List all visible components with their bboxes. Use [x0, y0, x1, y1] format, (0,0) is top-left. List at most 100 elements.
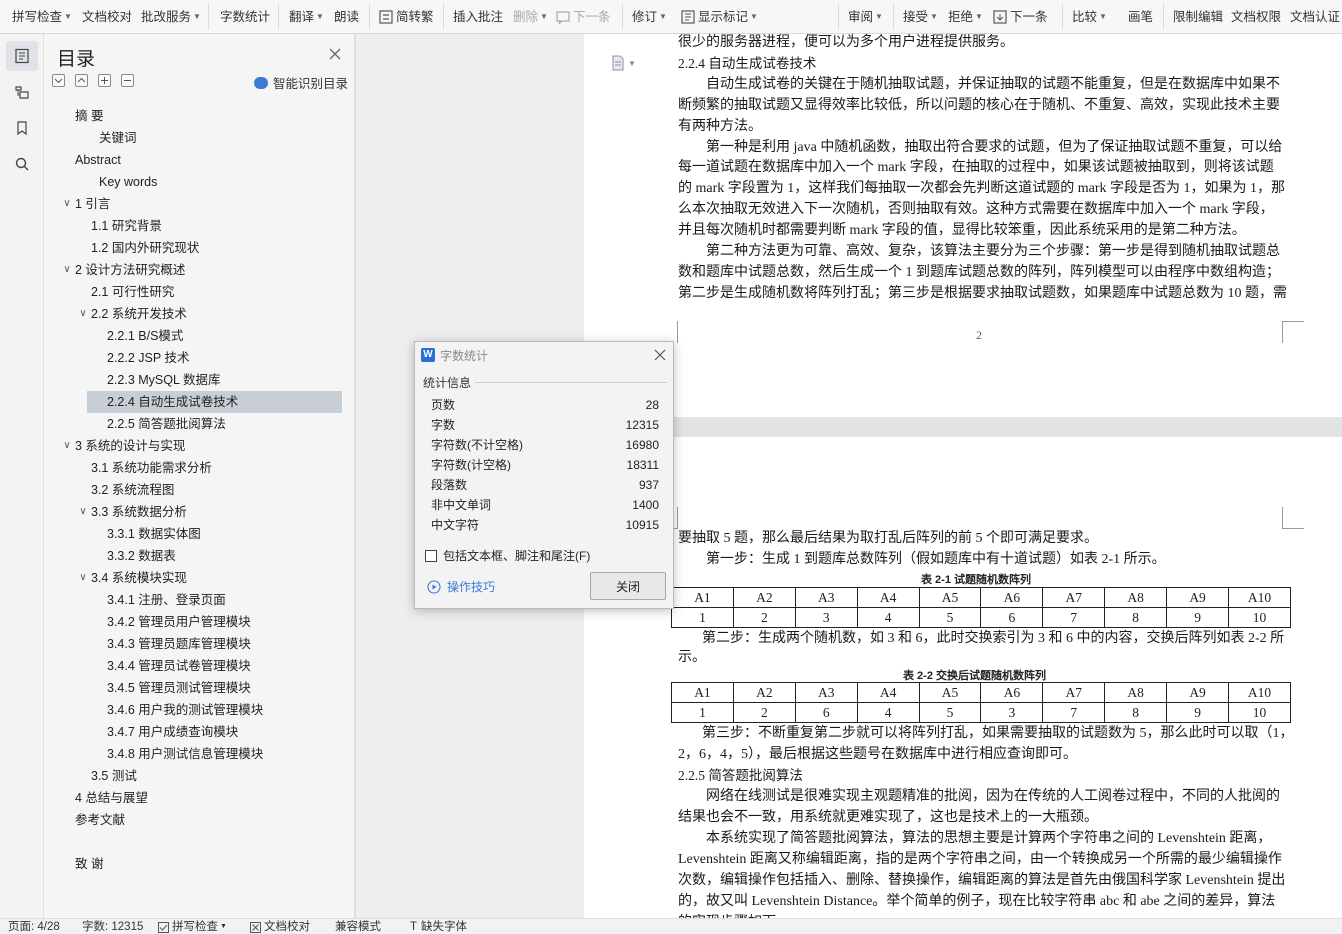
status-bar: 页面: 4/28 字数: 12315 拼写检查 ▼ 文档校对 兼容模式 T 缺失字… — [0, 918, 1342, 934]
group-divider — [475, 382, 667, 383]
doc-permission-button[interactable]: 文档权限 — [1231, 8, 1281, 26]
toc-item-label: Abstract — [75, 153, 121, 167]
translate-button[interactable]: 翻译 ▼ — [289, 8, 324, 26]
dialog-titlebar[interactable]: W 字数统计 — [415, 342, 673, 368]
toc-item-label: 3.4 系统模块实现 — [91, 571, 187, 585]
paragraph-line: 2，6，4，5），最后根据这些题号在数据库中进行相应查询即可。 — [678, 747, 1077, 762]
smart-toc-button[interactable]: 智能识别目录 — [254, 73, 348, 92]
search-nav-button[interactable] — [6, 149, 38, 179]
paragraph-line: 第一步：生成 1 到题库总数阵列（假如题库中有十道试题）如表 2-1 所示。 — [706, 552, 1166, 567]
paragraph-line: 示。 — [678, 650, 706, 665]
expand-all-button[interactable] — [75, 74, 88, 87]
chevron-down-icon[interactable]: ∨ — [62, 435, 72, 457]
toc-item[interactable]: 2.2.4 自动生成试卷技术 — [87, 391, 342, 413]
include-textbox-checkbox[interactable]: 包括文本框、脚注和尾注(F) — [425, 547, 590, 564]
toc-item-label: 3.4.8 用户测试信息管理模块 — [107, 747, 264, 761]
toc-item-label: 4 总结与展望 — [75, 791, 148, 805]
table-cell: 5 — [918, 702, 982, 723]
toc-item-label: 2.2.4 自动生成试卷技术 — [107, 395, 239, 409]
insert-comment-button[interactable]: 插入批注 — [453, 8, 503, 26]
toc-item-label: 2.2 系统开发技术 — [91, 307, 187, 321]
pen-button[interactable]: 画笔 — [1128, 8, 1153, 26]
proof-status-label: 文档校对 — [264, 921, 310, 933]
table-cell: A10 — [1228, 682, 1291, 703]
paragraph-line: Levenshtein 距离又称编辑距离，指的是两个字符串之间，由一个转换成另一… — [678, 852, 1282, 867]
paragraph-line: 有两种方法。 — [678, 118, 762, 134]
table-cell: A8 — [1104, 587, 1168, 608]
stat-value: 28 — [645, 398, 659, 412]
table-cell: A10 — [1228, 587, 1291, 608]
show-markup-button[interactable]: 显示标记 ▼ — [681, 8, 758, 26]
revise-button[interactable]: 修订 ▼ — [632, 8, 667, 26]
chevron-down-icon[interactable]: ∨ — [78, 303, 88, 325]
spell-check-button[interactable]: 拼写检查 ▼ — [12, 8, 72, 26]
tips-link[interactable]: 操作技巧 — [427, 578, 495, 595]
table-cell: A8 — [1104, 682, 1168, 703]
table-cell: A7 — [1042, 587, 1106, 608]
missing-font-status[interactable]: T 缺失字体 — [410, 920, 467, 934]
paragraph-line: 第二步是生成随机数将阵列打乱；第三步是根据要求抽取试题数，如果题库中试题总数为 … — [678, 285, 1287, 301]
remove-heading-button[interactable] — [121, 74, 134, 87]
delete-comment-button[interactable]: 删除 ▼ — [513, 8, 548, 26]
checkbox-box[interactable] — [425, 549, 437, 562]
restrict-edit-button[interactable]: 限制编辑 — [1173, 8, 1223, 26]
chevron-down-icon[interactable]: ∨ — [62, 193, 72, 215]
doc-auth-button[interactable]: 文档认证 — [1290, 8, 1340, 26]
close-icon[interactable] — [653, 348, 667, 362]
paragraph-line: 么本次抽取无效进入下一次随机，否则抽取有效。这种方式需要在数据库中加入一个 ma… — [678, 202, 1274, 218]
compare-label: 比较 — [1072, 10, 1098, 24]
table-cell: 3 — [980, 702, 1044, 723]
toc-item-label: 3.4.5 管理员测试管理模块 — [107, 681, 251, 695]
bookmark-nav-button[interactable] — [6, 113, 38, 143]
chevron-down-icon: ▼ — [316, 12, 324, 21]
chevron-down-icon[interactable]: ∨ — [62, 259, 72, 281]
trad-simp-button[interactable]: 简转繁 — [379, 8, 434, 26]
table-header-row: A1 A2 A3 A4 A5 A6 A7 A8 A9 A10 — [671, 587, 1291, 608]
doc-proof-button[interactable]: 文档校对 — [82, 8, 132, 26]
proof-status[interactable]: 文档校对 — [250, 920, 310, 934]
add-heading-button[interactable] — [98, 74, 111, 87]
word-count-indicator[interactable]: 字数: 12315 — [82, 920, 143, 934]
ribbon-divider — [278, 4, 279, 30]
toc-item-label: 1.1 研究背景 — [91, 219, 162, 233]
compare-button[interactable]: 比较 ▼ — [1072, 8, 1107, 26]
toc-nav-button[interactable] — [6, 41, 38, 71]
paragraph-line: 每一道试题在数据库中加入一个 mark 字段，在抽取的过程中，如果该试题被抽取到… — [678, 160, 1274, 176]
chevron-down-icon: ▼ — [930, 12, 938, 21]
chevron-down-icon[interactable]: ∨ — [78, 501, 88, 523]
table-caption: 表 2-2 交换后试题随机数阵列 — [903, 670, 1047, 682]
chapter-nav-button[interactable] — [6, 77, 38, 107]
next-change-button[interactable]: 下一条 — [993, 8, 1048, 26]
paragraph-line: 第二种方法更为可靠、高效、复杂，该算法主要分为三个步骤：第一步是得到随机抽取试题… — [706, 244, 1280, 259]
doc-options-button[interactable]: ▼ — [611, 55, 636, 71]
word-count-button[interactable]: 字数统计 — [220, 8, 270, 26]
next-comment-button[interactable]: 下一条 — [556, 8, 611, 26]
stat-label: 字数 — [431, 418, 456, 432]
read-aloud-button[interactable]: 朗读 — [334, 8, 359, 26]
batch-service-button[interactable]: 批改服务 ▼ — [141, 8, 201, 26]
table-cell: A1 — [671, 682, 734, 703]
paragraph-line: 要抽取 5 题，那么最后结果为取打乱后阵列的前 5 个即可满足要求。 — [678, 531, 1098, 546]
table-cell: 8 — [1104, 607, 1168, 628]
collapse-all-button[interactable] — [52, 74, 65, 87]
page-number: 2 — [976, 328, 982, 342]
robot-icon — [254, 76, 268, 89]
paragraph-line: 的 mark 字段置为 1，这样我们每抽取一次都会先判断这道试题的 mark 字… — [678, 181, 1286, 197]
toc-item-label: 3 系统的设计与实现 — [75, 439, 186, 453]
paragraph-line: 第三步：不断重复第二步就可以将阵列打乱，如果需要抽取的试题数为 5，那么此时可以… — [702, 726, 1294, 741]
stat-value: 1400 — [632, 498, 659, 512]
review-button[interactable]: 审阅 ▼ — [848, 8, 883, 26]
close-button[interactable]: 关闭 — [590, 572, 666, 600]
reject-button[interactable]: 拒绝 ▼ — [948, 8, 983, 26]
accept-button[interactable]: 接受 ▼ — [903, 8, 938, 26]
chevron-down-icon[interactable]: ∨ — [78, 567, 88, 589]
table-cell: A2 — [732, 682, 796, 703]
page-indicator[interactable]: 页面: 4/28 — [8, 920, 60, 934]
toc-item-label: 3.4.2 管理员用户管理模块 — [107, 615, 251, 629]
close-icon[interactable] — [328, 47, 342, 61]
spell-check-status[interactable]: 拼写检查 ▼ — [158, 920, 227, 934]
table-cell: 2 — [732, 702, 796, 723]
stat-row: 段落数 937 — [431, 475, 659, 495]
toc-item-label: 2.2.3 MySQL 数据库 — [107, 373, 221, 387]
random-array-table: A1 A2 A3 A4 A5 A6 A7 A8 A9 A10 1 2 3 4 5 6 7 8 9 10 — [671, 587, 1291, 628]
